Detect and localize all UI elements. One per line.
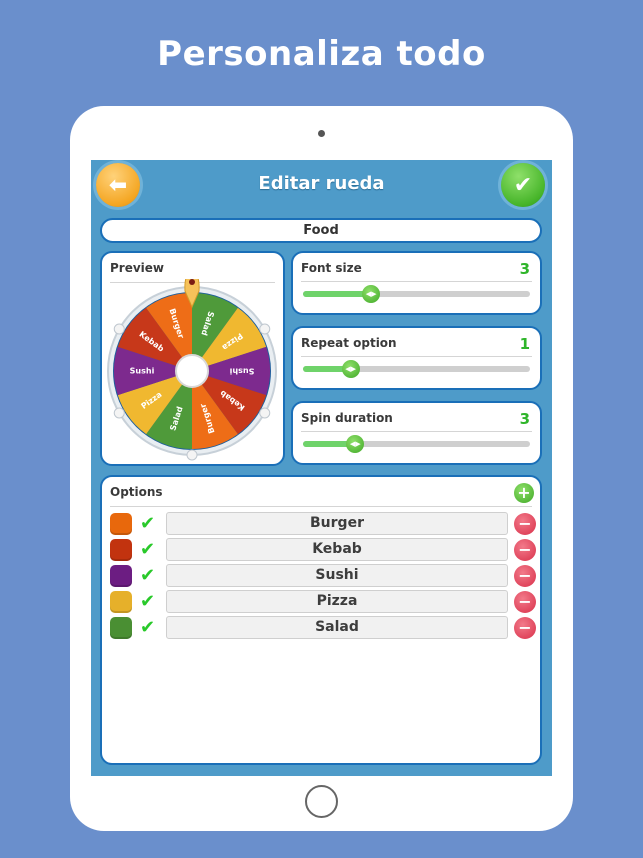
slider-handle[interactable]: ◀▶ — [341, 360, 360, 378]
wheel-peg — [186, 449, 198, 461]
font-size-slider[interactable]: ◀▶ — [303, 285, 530, 303]
home-button[interactable] — [305, 785, 338, 818]
checkmark-icon[interactable]: ✔ — [140, 538, 155, 562]
wheel-segment-label: Sushi — [130, 367, 155, 376]
color-swatch[interactable] — [110, 565, 132, 587]
wheel-name-input[interactable]: Food — [100, 218, 542, 243]
minus-icon: − — [518, 540, 532, 559]
wheel-hub — [175, 354, 209, 388]
divider — [301, 356, 532, 357]
option-row: ✔ Sushi − — [110, 564, 536, 588]
wheel-peg — [113, 407, 125, 419]
option-row: ✔ Salad − — [110, 616, 536, 640]
wheel-peg — [259, 407, 271, 419]
color-swatch[interactable] — [110, 539, 132, 561]
spin-duration-slider[interactable]: ◀▶ — [303, 435, 530, 453]
option-row: ✔ Pizza − — [110, 590, 536, 614]
color-swatch[interactable] — [110, 513, 132, 535]
option-row: ✔ Kebab − — [110, 538, 536, 562]
remove-option-button[interactable]: − — [514, 565, 536, 587]
setting-value: 3 — [519, 410, 530, 428]
wheel-segment-label: Sushi — [229, 367, 254, 376]
setting-value: 1 — [519, 335, 530, 353]
remove-option-button[interactable]: − — [514, 539, 536, 561]
plus-icon: + — [517, 483, 531, 502]
option-name-input[interactable]: Sushi — [166, 564, 508, 587]
minus-icon: − — [518, 514, 532, 533]
option-name-input[interactable]: Pizza — [166, 590, 508, 613]
slider-fill — [303, 291, 372, 297]
options-panel: Options + ✔ Burger − ✔ Kebab − ✔ Sushi −… — [100, 475, 542, 765]
remove-option-button[interactable]: − — [514, 617, 536, 639]
remove-option-button[interactable]: − — [514, 513, 536, 535]
setting-value: 3 — [519, 260, 530, 278]
camera-dot — [318, 130, 325, 137]
checkmark-icon[interactable]: ✔ — [140, 512, 155, 536]
checkmark-icon[interactable]: ✔ — [140, 590, 155, 614]
setting-spin-duration: Spin duration 3 ◀▶ — [291, 401, 542, 465]
preview-label: Preview — [110, 261, 165, 275]
divider — [301, 281, 532, 282]
wheel-preview: SaladPizzaSushiKebabBurgerSaladPizzaSush… — [107, 279, 277, 461]
pointer-dot — [189, 279, 195, 285]
options-label: Options — [110, 485, 163, 499]
remove-option-button[interactable]: − — [514, 591, 536, 613]
slider-handle[interactable]: ◀▶ — [346, 435, 365, 453]
checkmark-icon[interactable]: ✔ — [140, 564, 155, 588]
color-swatch[interactable] — [110, 591, 132, 613]
screen-title: Editar rueda — [258, 173, 385, 194]
setting-label: Spin duration — [301, 411, 393, 425]
wheel-peg — [113, 323, 125, 335]
color-swatch[interactable] — [110, 617, 132, 639]
setting-label: Font size — [301, 261, 362, 275]
divider — [301, 431, 532, 432]
setting-repeat-option: Repeat option 1 ◀▶ — [291, 326, 542, 390]
app-screen: ⬅ Editar rueda ✔ Food Preview Salad Pizza… — [91, 160, 552, 776]
confirm-button[interactable]: ✔ — [501, 163, 545, 207]
divider — [110, 506, 532, 507]
option-name-input[interactable]: Salad — [166, 616, 508, 639]
repeat-option-slider[interactable]: ◀▶ — [303, 360, 530, 378]
preview-panel: Preview Salad Pizza Sushi Kebab Burger Salad P… — [100, 251, 285, 466]
add-option-button[interactable]: + — [514, 483, 534, 503]
promo-title: Personaliza todo — [157, 34, 486, 74]
minus-icon: − — [518, 566, 532, 585]
checkmark-icon[interactable]: ✔ — [140, 616, 155, 640]
wheel-peg — [259, 323, 271, 335]
setting-font-size: Font size 3 ◀▶ — [291, 251, 542, 315]
minus-icon: − — [518, 618, 532, 637]
option-name-input[interactable]: Burger — [166, 512, 508, 535]
minus-icon: − — [518, 592, 532, 611]
setting-label: Repeat option — [301, 336, 397, 350]
option-row: ✔ Burger − — [110, 512, 536, 536]
slider-handle[interactable]: ◀▶ — [362, 285, 381, 303]
option-name-input[interactable]: Kebab — [166, 538, 508, 561]
checkmark-icon: ✔ — [513, 172, 533, 198]
